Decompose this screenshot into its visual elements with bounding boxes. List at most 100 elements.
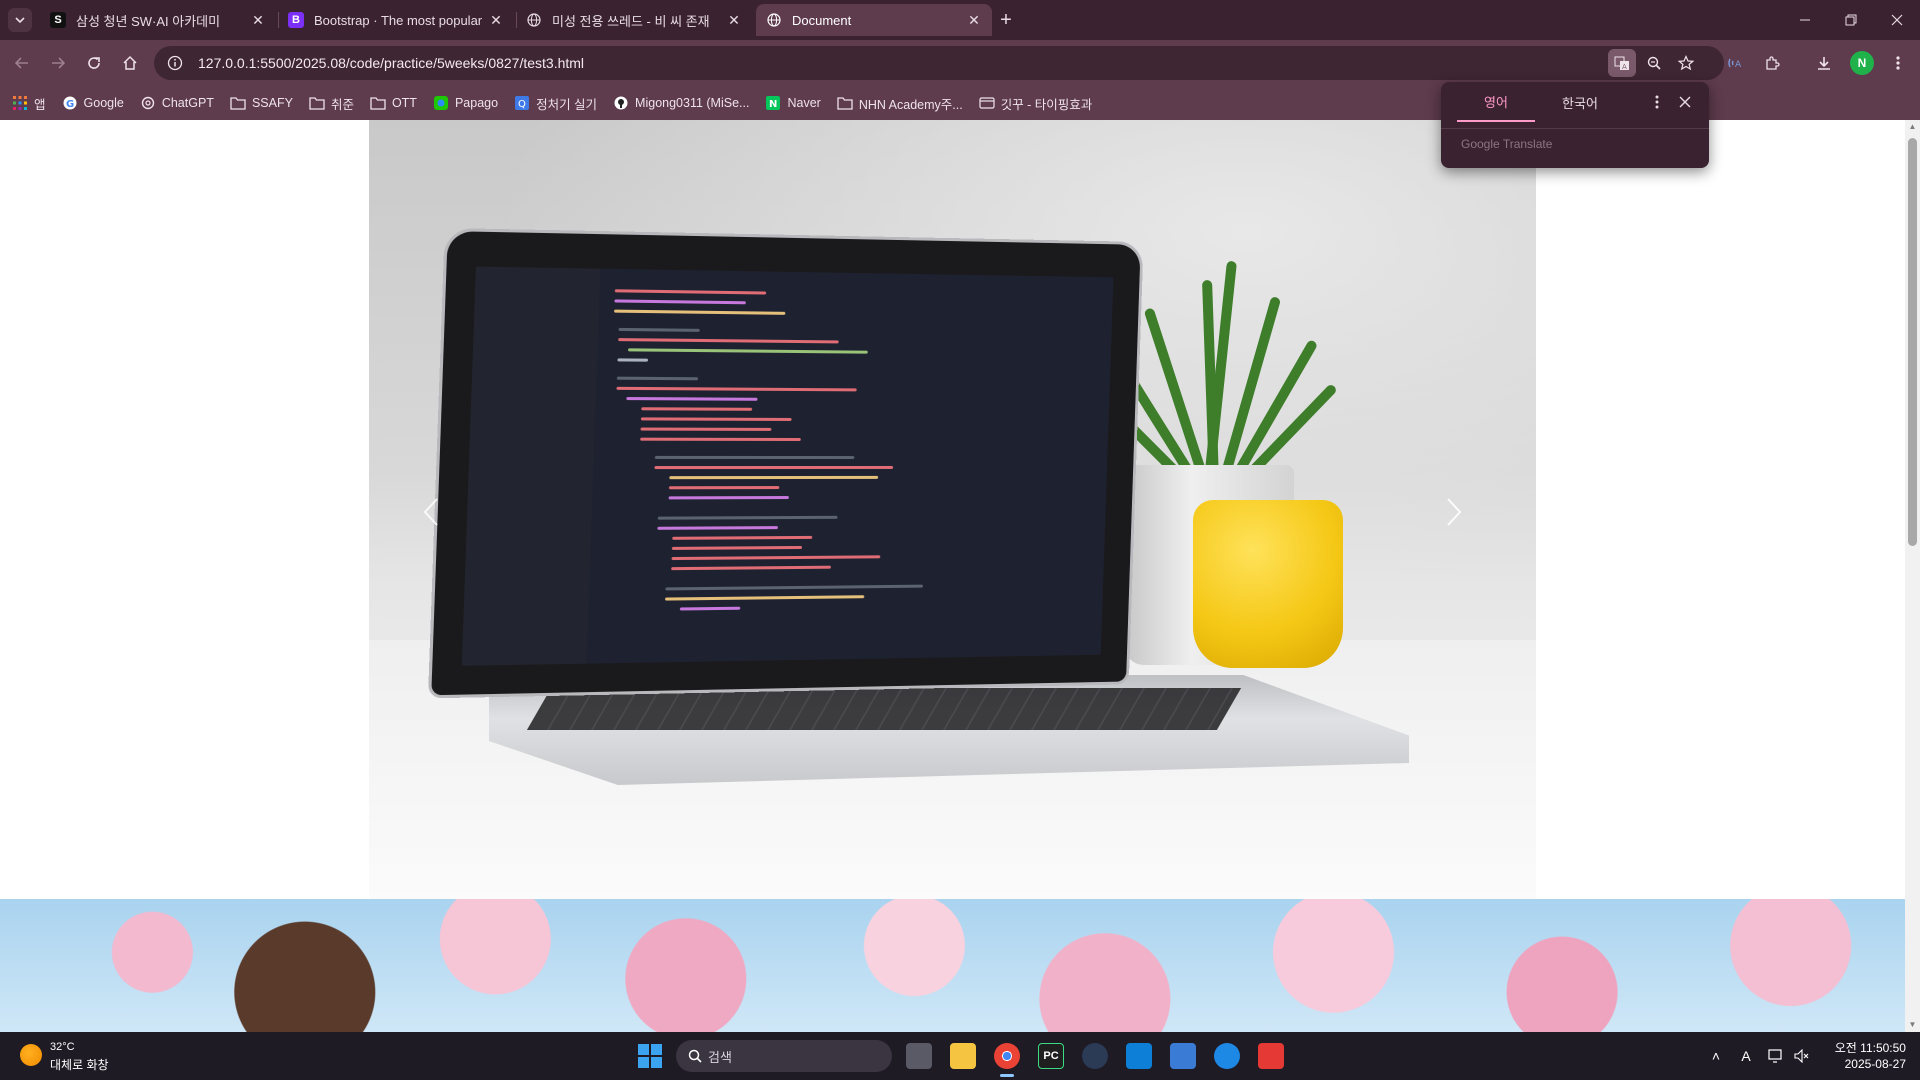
arrow-left-icon <box>14 57 28 69</box>
tab-ssafy[interactable]: S 삼성 청년 SW·AI 아카데미 ✕ <box>40 4 276 36</box>
folder-icon <box>370 95 386 111</box>
tab-title: Bootstrap · The most popular <box>314 12 482 28</box>
chevron-up-icon[interactable]: ˄ <box>1706 1046 1726 1066</box>
laptop-image <box>431 231 1141 696</box>
google-translate-brand: Google Translate <box>1461 137 1553 151</box>
zoom-button[interactable] <box>1640 49 1668 77</box>
weather-sun-icon[interactable] <box>20 1044 42 1066</box>
folder-icon <box>837 95 853 111</box>
translate-options-button[interactable] <box>1645 90 1669 114</box>
close-window-button[interactable] <box>1874 0 1920 40</box>
svg-text:N: N <box>769 99 777 110</box>
source-language-tab[interactable]: 영어 <box>1457 82 1535 122</box>
tab-document[interactable]: Document ✕ <box>756 4 992 36</box>
minimize-button[interactable] <box>1782 0 1828 40</box>
arrow-right-icon <box>52 57 66 69</box>
bookmark-label: Papago <box>454 96 499 110</box>
translate-close-button[interactable] <box>1673 90 1697 114</box>
input-method-icon[interactable]: A <box>1736 1046 1756 1066</box>
github-icon <box>613 95 629 111</box>
bookmark-typing[interactable]: 깃꾸 - 타이핑효과 <box>979 94 1093 113</box>
volume-muted-icon[interactable] <box>1792 1046 1812 1066</box>
tab-thread[interactable]: 미성 전용 쓰레드 - 비 씨 존재 ✕ <box>516 4 752 36</box>
taskbar-search[interactable]: 검색 <box>676 1040 892 1072</box>
extensions-button[interactable] <box>1758 49 1786 77</box>
cherry-blossom-image <box>0 899 1905 1032</box>
pycharm-icon[interactable]: PC <box>1038 1043 1064 1069</box>
folder-icon <box>230 95 246 111</box>
bookmark-folder-nhn[interactable]: NHN Academy주... <box>837 94 963 113</box>
minimize-icon <box>1800 19 1810 21</box>
restore-button[interactable] <box>1828 0 1874 40</box>
power-icon[interactable] <box>1082 1043 1108 1069</box>
zoom-icon <box>1647 56 1661 70</box>
weather-description[interactable]: 대체로 화창 <box>50 1056 109 1073</box>
profile-avatar[interactable]: N <box>1850 51 1874 75</box>
weather-temperature[interactable]: 32°C <box>50 1041 75 1053</box>
page-scrollbar[interactable]: ▲ ▼ <box>1905 120 1920 1032</box>
target-language-tab[interactable]: 한국어 <box>1541 82 1619 122</box>
chevron-right-icon <box>1447 498 1462 526</box>
network-icon[interactable] <box>1766 1046 1786 1066</box>
forward-button[interactable] <box>44 49 72 77</box>
tab-bootstrap[interactable]: B Bootstrap · The most popular ✕ <box>278 4 514 36</box>
scroll-thumb[interactable] <box>1908 138 1917 546</box>
scroll-up-icon[interactable]: ▲ <box>1908 122 1917 132</box>
svg-text:A: A <box>1735 60 1742 70</box>
bookmark-chatgpt[interactable]: ChatGPT <box>140 95 214 111</box>
home-button[interactable] <box>116 49 144 77</box>
tab-title: 삼성 청년 SW·AI 아카데미 <box>76 13 221 29</box>
pin-app-icon[interactable] <box>1214 1043 1240 1069</box>
back-button[interactable] <box>8 49 36 77</box>
image-carousel[interactable] <box>369 120 1536 899</box>
bookmark-label: 앱 <box>34 97 46 112</box>
bookmark-google[interactable]: G Google <box>62 95 124 111</box>
task-view-icon[interactable] <box>906 1043 932 1069</box>
home-icon <box>123 55 137 70</box>
more-vertical-icon <box>1655 95 1659 109</box>
bookmark-label: 깃꾸 - 타이핑효과 <box>1000 97 1093 112</box>
bookmark-papago[interactable]: Papago <box>433 95 498 111</box>
bookmark-folder-ssafy[interactable]: SSAFY <box>230 95 293 111</box>
search-icon <box>688 1049 702 1063</box>
card-icon <box>979 95 995 111</box>
translate-divider <box>1441 128 1709 129</box>
bookmark-quiz[interactable]: Q 정처기 실기 <box>514 94 597 113</box>
chrome-icon[interactable] <box>994 1043 1020 1069</box>
system-clock[interactable]: 오전 11:50:50 2025-08-27 <box>1820 1040 1906 1072</box>
close-tab-icon[interactable]: ✕ <box>250 12 266 28</box>
new-tab-button[interactable]: + <box>994 8 1018 32</box>
read-aloud-button[interactable]: A <box>1722 49 1750 77</box>
bookmark-naver[interactable]: N Naver <box>765 95 821 111</box>
bookmark-github[interactable]: Migong0311 (MiSe... <box>613 95 749 111</box>
scroll-down-icon[interactable]: ▼ <box>1908 1020 1917 1030</box>
svg-text:Q: Q <box>518 99 526 110</box>
tab-search-button[interactable] <box>8 8 32 32</box>
address-bar[interactable]: 127.0.0.1:5500/2025.08/code/practice/5we… <box>154 46 1724 80</box>
url-text[interactable]: 127.0.0.1:5500/2025.08/code/practice/5we… <box>198 55 584 71</box>
carousel-prev-button[interactable] <box>411 492 451 532</box>
close-tab-icon[interactable]: ✕ <box>966 12 982 28</box>
close-tab-icon[interactable]: ✕ <box>488 12 504 28</box>
start-button[interactable] <box>638 1044 662 1068</box>
laptop-keyboard-image <box>526 688 1242 730</box>
vscode-icon[interactable] <box>1126 1043 1152 1069</box>
snipping-tool-icon[interactable] <box>1258 1043 1284 1069</box>
bookmark-label: 취준 <box>330 97 354 112</box>
download-icon <box>1818 57 1830 70</box>
translate-icon: A <box>1614 56 1629 71</box>
file-explorer-icon[interactable] <box>950 1043 976 1069</box>
close-tab-icon[interactable]: ✕ <box>726 12 742 28</box>
translate-button[interactable]: A <box>1608 49 1636 77</box>
laptop-code-screen <box>461 266 1114 666</box>
carousel-next-button[interactable] <box>1434 492 1474 532</box>
bookmark-folder-ott[interactable]: OTT <box>370 95 417 111</box>
browser-menu-button[interactable] <box>1884 49 1912 77</box>
bookmark-apps[interactable]: 앱 <box>12 94 46 113</box>
site-info-button[interactable] <box>158 46 192 80</box>
bookmark-star-button[interactable] <box>1672 49 1700 77</box>
notepad-icon[interactable] <box>1170 1043 1196 1069</box>
reload-button[interactable] <box>80 49 108 77</box>
bookmark-folder-job[interactable]: 취준 <box>309 94 354 113</box>
downloads-button[interactable] <box>1810 49 1838 77</box>
